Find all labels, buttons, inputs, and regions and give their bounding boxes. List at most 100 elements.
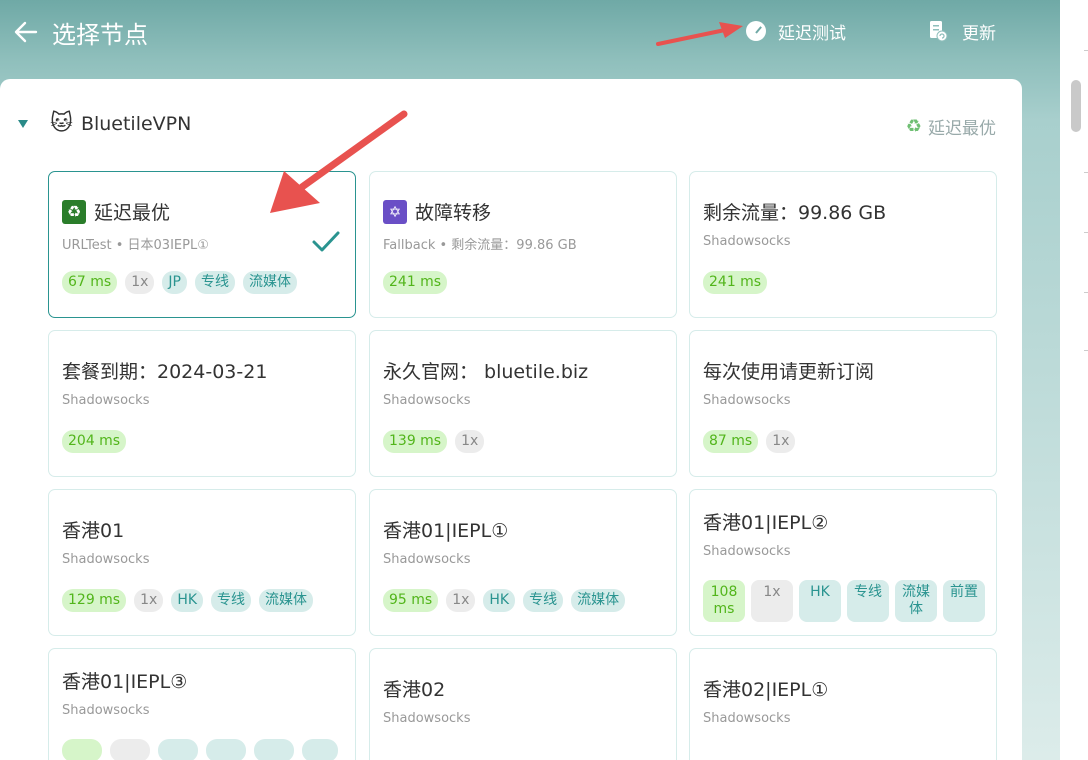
card-name-text: 套餐到期：2024-03-21 [62, 361, 268, 383]
group-header[interactable]: 🐱 BluetileVPN [18, 111, 191, 136]
group-selected-label: 延迟最优 [928, 119, 996, 139]
card-name-text: 香港01 [62, 520, 125, 542]
tag-list: 241 ms [383, 271, 448, 294]
streaming-badge: 流媒体 [895, 580, 937, 622]
card-title: ♻ 延迟最优 [62, 198, 170, 225]
latency-badge [62, 739, 102, 760]
card-name-text: 故障转移 [415, 202, 492, 224]
card-subtitle: Shadowsocks [703, 544, 791, 559]
latency-badge: 108 ms [703, 580, 745, 622]
card-name-text: 香港02 [383, 679, 446, 701]
group-selected-indicator: ♻ 延迟最优 [906, 114, 996, 139]
card-name-text: 延迟最优 [94, 202, 171, 224]
card-subtitle: Shadowsocks [703, 393, 791, 408]
multiplier-badge [110, 739, 150, 760]
annotation-arrow-icon [656, 22, 743, 46]
divider [1084, 172, 1088, 173]
card-subtitle: Shadowsocks [383, 393, 471, 408]
tag-list: 108 ms 1x HK 专线 流媒体 前置 [703, 580, 985, 622]
recycle-icon: ♻ [905, 116, 922, 137]
multiplier-badge: 1x [455, 430, 485, 453]
app-header: 选择节点 延迟测试 更新 [0, 0, 1088, 64]
divider [1084, 232, 1088, 233]
card-subtitle: Shadowsocks [703, 711, 791, 726]
proxy-card[interactable]: 剩余流量：99.86 GB Shadowsocks 241 ms [689, 171, 997, 318]
divider [1084, 50, 1088, 51]
latency-badge: 87 ms [703, 430, 759, 453]
multiplier-badge: 1x [134, 589, 164, 612]
latency-badge: 95 ms [383, 589, 439, 612]
proxy-card[interactable]: 香港02 Shadowsocks [369, 648, 677, 760]
relay-badge: 前置 [943, 580, 985, 622]
checkmark-icon [312, 231, 340, 252]
latency-badge: 241 ms [703, 271, 768, 294]
divider [1084, 292, 1088, 293]
update-label: 更新 [962, 23, 996, 44]
proxy-card[interactable]: 香港01|IEPL① Shadowsocks 95 ms 1x HK 专线 流媒… [369, 489, 677, 636]
back-arrow-icon[interactable] [12, 18, 40, 46]
card-subtitle: Shadowsocks [703, 234, 791, 249]
streaming-badge [254, 739, 294, 760]
streaming-badge: 流媒体 [571, 589, 626, 612]
divider [1084, 350, 1088, 351]
card-name-text: 香港01|IEPL② [703, 512, 829, 534]
multiplier-badge: 1x [751, 580, 793, 622]
delay-test-button[interactable]: 延迟测试 [746, 18, 846, 44]
proxy-card[interactable]: 每次使用请更新订阅 Shadowsocks 87 ms 1x [689, 330, 997, 477]
collapse-triangle-icon[interactable] [18, 119, 28, 128]
latency-badge: 129 ms [62, 589, 127, 612]
card-subtitle: Shadowsocks [62, 703, 150, 718]
line-badge: 专线 [847, 580, 889, 622]
delay-test-label: 延迟测试 [778, 23, 846, 44]
region-badge [158, 739, 198, 760]
proxy-card[interactable]: 永久官网： bluetile.biz Shadowsocks 139 ms 1x [369, 330, 677, 477]
card-subtitle: URLTest • 日本03IEPL① [62, 238, 209, 253]
scrollbar-thumb[interactable] [1071, 80, 1081, 132]
line-badge: 专线 [194, 271, 235, 294]
card-name-text: 香港01|IEPL③ [62, 671, 188, 693]
card-name-text: 永久官网： bluetile.biz [383, 361, 589, 383]
tag-list: 95 ms 1x HK 专线 流媒体 [383, 589, 626, 612]
multiplier-badge: 1x [446, 589, 476, 612]
card-name-text: 香港01|IEPL① [383, 520, 509, 542]
latency-badge: 241 ms [383, 271, 448, 294]
proxy-card[interactable]: 香港01|IEPL③ Shadowsocks [48, 648, 356, 760]
update-button[interactable]: 更新 [928, 18, 996, 44]
proxy-card[interactable]: 套餐到期：2024-03-21 Shadowsocks 204 ms [48, 330, 356, 477]
card-name-text: 剩余流量：99.86 GB [703, 202, 887, 224]
tag-list: 67 ms 1x JP 专线 流媒体 [62, 271, 297, 294]
multiplier-badge: 1x [125, 271, 155, 294]
region-badge: HK [483, 589, 516, 612]
tag-list: 87 ms 1x [703, 430, 796, 453]
tag-list: 204 ms [62, 430, 127, 453]
tag-list [62, 739, 338, 760]
card-name-text: 每次使用请更新订阅 [703, 361, 875, 383]
card-subtitle: Shadowsocks [383, 711, 471, 726]
region-badge: HK [171, 589, 204, 612]
latency-badge: 67 ms [62, 271, 118, 294]
region-badge: JP [162, 271, 187, 294]
card-subtitle: Shadowsocks [62, 552, 150, 567]
card-subtitle: Shadowsocks [62, 393, 150, 408]
proxy-panel: 🐱 BluetileVPN ♻ 延迟最优 ♻ 延迟最优 URLTest • 日本… [0, 79, 1022, 760]
proxy-card[interactable]: 香港01|IEPL② Shadowsocks 108 ms 1x HK 专线 流… [689, 489, 997, 636]
latency-badge: 139 ms [383, 430, 448, 453]
card-name-text: 香港02|IEPL① [703, 679, 829, 701]
cat-face-icon: 🐱 [50, 111, 73, 136]
tag-list: 241 ms [703, 271, 768, 294]
tag-list: 139 ms 1x [383, 430, 485, 453]
recycle-icon: ♻ [62, 199, 86, 224]
document-refresh-icon [930, 21, 948, 42]
line-badge: 专线 [211, 589, 252, 612]
proxy-card-fallback[interactable]: ✡ 故障转移 Fallback • 剩余流量：99.86 GB 241 ms [369, 171, 677, 318]
multiplier-badge: 1x [766, 430, 796, 453]
card-subtitle: Fallback • 剩余流量：99.86 GB [383, 238, 577, 253]
proxy-card[interactable]: 香港02|IEPL① Shadowsocks [689, 648, 997, 760]
card-subtitle: Shadowsocks [383, 552, 471, 567]
page-title: 选择节点 [52, 21, 148, 49]
group-name: BluetileVPN [80, 112, 192, 135]
region-badge: HK [799, 580, 841, 622]
streaming-badge: 流媒体 [242, 271, 297, 294]
speedometer-icon [746, 21, 766, 41]
proxy-card[interactable]: 香港01 Shadowsocks 129 ms 1x HK 专线 流媒体 [48, 489, 356, 636]
